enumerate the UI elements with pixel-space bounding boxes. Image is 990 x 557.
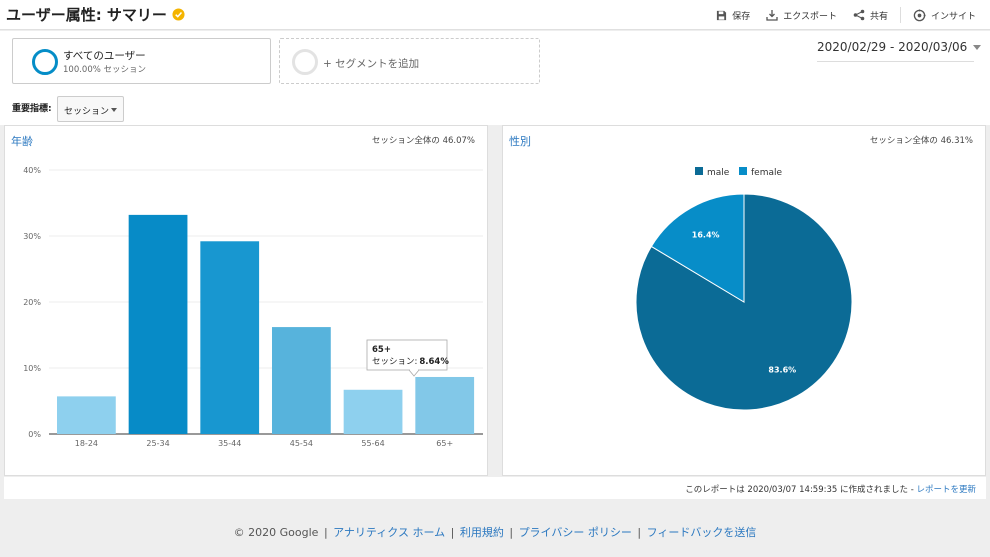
verified-badge-icon: [172, 8, 185, 21]
tooltip-category: 65+: [372, 345, 391, 355]
report-timestamp: このレポートは 2020/03/07 14:59:35 に作成されました - レ…: [685, 483, 976, 495]
legend-label-male: male: [707, 168, 730, 178]
bar-55-64[interactable]: [343, 389, 403, 434]
report-timestamp-text: このレポートは 2020/03/07 14:59:35 に作成されました -: [685, 485, 917, 495]
x-tick-label: 18-24: [75, 439, 98, 448]
tooltip-label: セッション:: [372, 357, 417, 367]
y-tick-label: 30%: [23, 232, 41, 241]
x-tick-label: 65+: [436, 439, 453, 448]
y-tick-label: 20%: [23, 298, 41, 307]
save-label: 保存: [732, 11, 751, 22]
footer-link-privacy[interactable]: プライバシー ポリシー: [519, 526, 632, 539]
page-title-text: ユーザー属性: サマリー: [6, 6, 167, 24]
age-panel: 年齢 セッション全体の 46.07% 0% 10% 20% 30% 40% 18-24 25…: [4, 125, 488, 476]
add-segment-label: + セグメントを追加: [323, 58, 420, 70]
footer-link-analytics-home[interactable]: アナリティクス ホーム: [333, 526, 445, 539]
kpi-label: 重要指標:: [12, 104, 52, 114]
footer-copyright: © 2020 Google: [233, 526, 319, 539]
segment-ring-icon: [32, 49, 58, 75]
refresh-report-link[interactable]: レポートを更新: [916, 485, 976, 495]
legend-label-female: female: [751, 168, 782, 178]
x-tick-label: 35-44: [218, 439, 241, 448]
report-bar: このレポートは 2020/03/07 14:59:35 に作成されました - レ…: [4, 477, 986, 499]
save-icon: [717, 10, 727, 20]
legend-swatch-female: [739, 167, 747, 175]
kpi-select[interactable]: セッション: [57, 96, 124, 122]
date-range-picker[interactable]: 2020/02/29 - 2020/03/06: [817, 40, 982, 54]
dropdown-caret-icon: [111, 108, 117, 112]
bar-35-44[interactable]: [200, 241, 260, 434]
bar-18-24[interactable]: [57, 396, 116, 434]
footer-link-terms[interactable]: 利用規約: [460, 526, 504, 539]
insights-button[interactable]: インサイト: [913, 8, 976, 22]
pie-value-label: 83.6%: [768, 366, 796, 375]
svg-text:セッション:8.64%: セッション: 8.64%: [372, 357, 449, 367]
share-button[interactable]: 共有: [853, 9, 888, 22]
legend-swatch-male: [695, 167, 703, 175]
toolbar-divider: [899, 7, 901, 23]
tooltip-value: 8.64%: [419, 357, 449, 367]
segment-sub: 100.00% セッション: [63, 65, 147, 75]
y-tick-label: 40%: [23, 166, 41, 175]
export-label: エクスポート: [783, 11, 837, 22]
footer: © 2020 Google | アナリティクス ホーム | 利用規約 | プライ…: [233, 526, 757, 539]
date-range-underline: [817, 61, 974, 62]
bar-65+[interactable]: [415, 376, 475, 434]
x-tick-label: 55-64: [361, 439, 384, 448]
segment-area: すべてのユーザー 100.00% セッション + セグメントを追加 2020/0…: [0, 31, 990, 125]
top-bar: ユーザー属性: サマリー 保存 エクスポート 共有 インサイト: [0, 0, 990, 30]
insights-label: インサイト: [930, 11, 976, 22]
segment-name: すべてのユーザー: [63, 50, 146, 62]
y-tick-label: 10%: [23, 364, 41, 373]
pie-value-label: 16.4%: [692, 230, 720, 239]
export-icon: [766, 10, 778, 21]
insights-icon: [913, 8, 926, 21]
export-button[interactable]: エクスポート: [766, 9, 837, 22]
tooltip-pointer: [408, 369, 420, 377]
share-label: 共有: [869, 11, 888, 22]
bar-45-54[interactable]: [272, 327, 331, 434]
bar-25-34[interactable]: [128, 214, 188, 434]
toolbar: 保存 エクスポート 共有 インサイト: [700, 7, 976, 23]
empty-segment-ring-icon: [292, 49, 318, 75]
age-bar-chart: 0% 10% 20% 30% 40% 18-24 25-34 35-44 45-54 55-64 6…: [23, 166, 483, 448]
x-tick-label: 45-54: [290, 439, 313, 448]
gender-panel: 性別 セッション全体の 46.31% male female 83.6% 16.4%: [502, 125, 986, 476]
share-icon: [853, 9, 865, 21]
date-range-text: 2020/02/29 - 2020/03/06: [817, 40, 968, 54]
save-button[interactable]: 保存: [716, 9, 750, 22]
footer-link-feedback[interactable]: フィードバックを送信: [647, 526, 757, 539]
chevron-down-icon: [973, 44, 982, 50]
y-tick-label: 0%: [28, 430, 41, 439]
add-segment-button[interactable]: + セグメントを追加: [279, 38, 540, 84]
gender-pie-chart: male female 83.6% 16.4%: [635, 167, 853, 411]
page-title: ユーザー属性: サマリー: [6, 4, 185, 25]
x-tick-label: 25-34: [146, 439, 169, 448]
segment-all-users[interactable]: すべてのユーザー 100.00% セッション: [12, 38, 271, 84]
kpi-select-value: セッション: [64, 107, 110, 117]
